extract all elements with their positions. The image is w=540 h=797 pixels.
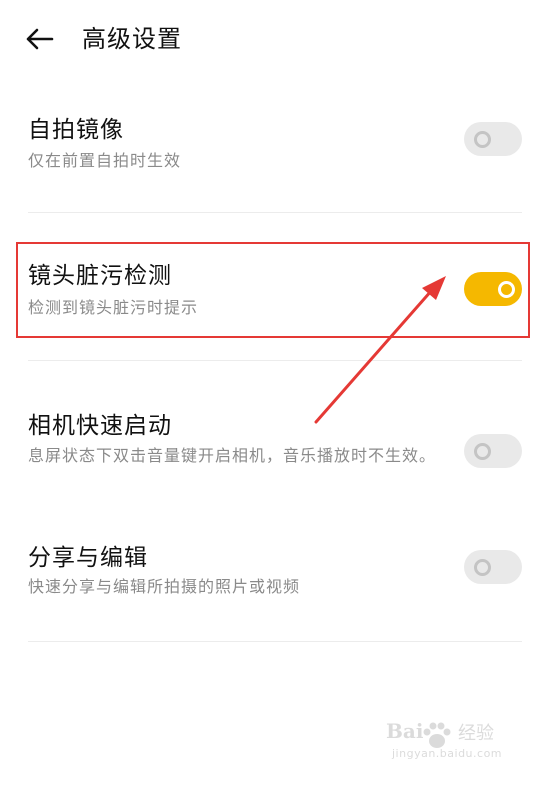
toggle-knob [474,131,491,148]
selfie-mirror-toggle[interactable] [464,122,522,156]
share-edit-toggle[interactable] [464,550,522,584]
divider [28,212,522,213]
setting-description: 息屏状态下双击音量键开启相机，音乐播放时不生效。 [28,446,437,465]
divider [28,360,522,361]
page-title: 高级设置 [82,25,182,53]
setting-description: 快速分享与编辑所拍摄的照片或视频 [28,577,301,596]
setting-row-share-edit[interactable]: 分享与编辑 快速分享与编辑所拍摄的照片或视频 [0,526,540,616]
setting-title: 相机快速启动 [28,413,172,439]
setting-description: 仅在前置自拍时生效 [28,151,182,170]
arrow-left-icon [26,28,54,50]
back-button[interactable] [22,22,56,56]
lens-dirt-detection-toggle[interactable] [464,272,522,306]
toggle-knob [474,443,491,460]
setting-row-lens-dirt-detection[interactable]: 镜头脏污检测 检测到镜头脏污时提示 [0,244,540,336]
watermark-url: jingyan.baidu.com [392,747,503,760]
setting-row-quick-launch[interactable]: 相机快速启动 息屏状态下双击音量键开启相机，音乐播放时不生效。 [0,392,540,512]
setting-title: 镜头脏污检测 [28,263,172,289]
setting-row-selfie-mirror[interactable]: 自拍镜像 仅在前置自拍时生效 [0,100,540,210]
watermark-brand-suffix: 经验 [458,723,494,744]
setting-description: 检测到镜头脏污时提示 [28,298,199,317]
watermark-brand: Bai [386,719,424,743]
toggle-knob [474,559,491,576]
app-header: 高级设置 [0,0,540,80]
baidu-jingyan-watermark: Bai 经验 jingyan.baidu.com [386,719,516,769]
setting-title: 自拍镜像 [28,117,124,143]
quick-launch-toggle[interactable] [464,434,522,468]
toggle-knob [498,281,515,298]
setting-title: 分享与编辑 [28,545,148,571]
divider [28,641,522,642]
